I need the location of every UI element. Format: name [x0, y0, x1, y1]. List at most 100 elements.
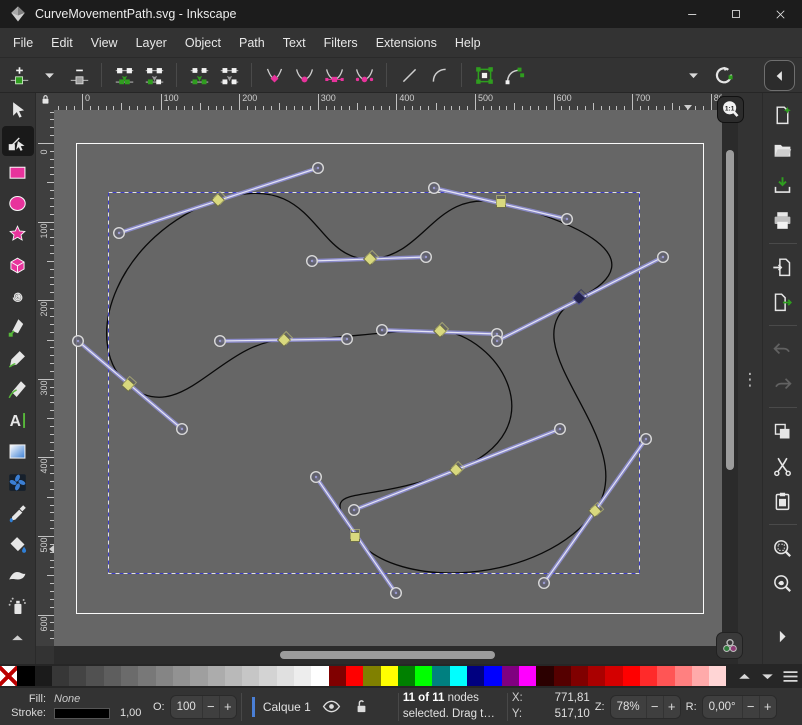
title-bar[interactable]: CurveMovementPath.svg - Inkscape	[0, 0, 802, 28]
opacity-decrease-button[interactable]: −	[202, 695, 219, 719]
zoom-drawing-button[interactable]	[766, 569, 800, 597]
palette-swatch-#ffffff[interactable]	[311, 666, 328, 686]
rotation-value[interactable]: 0,00°	[703, 701, 742, 713]
tool-spray[interactable]	[2, 591, 34, 621]
handle-end[interactable]	[342, 334, 353, 345]
palette-swatch-#808000[interactable]	[363, 666, 380, 686]
palette-swatch-#acacac[interactable]	[208, 666, 225, 686]
print-document-button[interactable]	[766, 206, 800, 234]
handle-end[interactable]	[539, 578, 550, 589]
palette-swatch-#e0e0e0[interactable]	[277, 666, 294, 686]
palette-swatch-#d40000[interactable]	[605, 666, 622, 686]
segment-curve-button[interactable]	[424, 61, 454, 90]
path-node[interactable]	[434, 323, 449, 338]
tool-node-editor[interactable]	[2, 126, 34, 156]
color-managed-view-button[interactable]	[716, 632, 743, 659]
palette-swatch-#aa0000[interactable]	[588, 666, 605, 686]
palette-swatch-#000000[interactable]	[17, 666, 34, 686]
handle-end[interactable]	[421, 252, 432, 263]
palette-swatch-#000080[interactable]	[467, 666, 484, 686]
palette-swatch-#ffaaaa[interactable]	[692, 666, 709, 686]
path-node[interactable]	[497, 196, 506, 208]
palette-swatch-#ff00ff[interactable]	[519, 666, 536, 686]
palette-swatch-#0000ff[interactable]	[484, 666, 501, 686]
stroke-to-path-button[interactable]	[499, 61, 529, 90]
undo-button[interactable]	[766, 335, 800, 363]
close-button[interactable]	[758, 0, 802, 28]
maximize-button[interactable]	[714, 0, 758, 28]
tool-rectangle[interactable]	[2, 157, 34, 187]
handle-end[interactable]	[641, 434, 652, 445]
palette-swatch-#515151[interactable]	[86, 666, 103, 686]
palette-swatch-#d3d3d3[interactable]	[259, 666, 276, 686]
handle-end[interactable]	[114, 228, 125, 239]
cut-button[interactable]	[766, 452, 800, 480]
handle-end[interactable]	[555, 424, 566, 435]
vertical-scrollbar[interactable]	[722, 110, 738, 646]
layer-name[interactable]: Calque 1	[263, 700, 311, 714]
handle-end[interactable]	[562, 214, 573, 225]
save-document-button[interactable]	[766, 171, 800, 199]
stroke-swatch[interactable]	[54, 708, 110, 719]
tool-text[interactable]: A	[2, 405, 34, 435]
minimize-button[interactable]	[670, 0, 714, 28]
export-image-button[interactable]	[766, 288, 800, 316]
menu-path[interactable]: Path	[230, 32, 274, 54]
duplicate-button[interactable]	[766, 417, 800, 445]
menu-filters[interactable]: Filters	[315, 32, 367, 54]
handle-end[interactable]	[313, 163, 324, 174]
palette-swatch-#550000[interactable]	[554, 666, 571, 686]
tool-selector[interactable]	[2, 95, 34, 125]
node-corner-button[interactable]	[259, 61, 289, 90]
palette-swatch-#c6c6c6[interactable]	[242, 666, 259, 686]
node-smooth-button[interactable]	[289, 61, 319, 90]
handle-end[interactable]	[349, 505, 360, 516]
palette-scroll-up-button[interactable]	[733, 665, 756, 687]
menu-file[interactable]: File	[4, 32, 42, 54]
canvas[interactable]	[54, 110, 722, 646]
palette-swatch-#5e5e5e[interactable]	[104, 666, 121, 686]
paste-button[interactable]	[766, 487, 800, 515]
break-nodes-button[interactable]	[139, 61, 169, 90]
opacity-increase-button[interactable]: +	[219, 695, 236, 719]
tool-mesh[interactable]	[2, 467, 34, 497]
palette-swatch-#ff0000[interactable]	[623, 666, 640, 686]
handle-end[interactable]	[73, 336, 84, 347]
palette-swatch-#008000[interactable]	[398, 666, 415, 686]
vertical-scrollbar-thumb[interactable]	[726, 150, 734, 470]
palette-swatch-#373737[interactable]	[52, 666, 69, 686]
palette-swatch-#00ff00[interactable]	[415, 666, 432, 686]
layer-visibility-button[interactable]	[321, 696, 343, 718]
handle-end[interactable]	[429, 183, 440, 194]
palette-swatch-#9f9f9f[interactable]	[190, 666, 207, 686]
delete-segment-button[interactable]	[214, 61, 244, 90]
menu-text[interactable]: Text	[274, 32, 315, 54]
palette-swatch-#1b1b1b[interactable]	[35, 666, 52, 686]
palette-swatch-#800080[interactable]	[502, 666, 519, 686]
palette-swatch-#008080[interactable]	[432, 666, 449, 686]
handle-end[interactable]	[658, 252, 669, 263]
horizontal-scrollbar[interactable]	[54, 646, 722, 664]
collapse-panel-button[interactable]	[764, 60, 795, 91]
tool-ellipse[interactable]	[2, 188, 34, 218]
palette-swatch-#ff5555[interactable]	[657, 666, 674, 686]
tool-spiral[interactable]	[2, 281, 34, 311]
palette-swatch-#ff8080[interactable]	[675, 666, 692, 686]
layer-lock-button[interactable]	[351, 696, 373, 718]
delete-node-button[interactable]	[64, 61, 94, 90]
palette-swatch-#b9b9b9[interactable]	[225, 666, 242, 686]
handle-end[interactable]	[177, 424, 188, 435]
zoom-increase-button[interactable]: +	[663, 695, 680, 719]
horizontal-ruler[interactable]: 0100200300400500600700800	[54, 93, 722, 110]
handle-end[interactable]	[377, 325, 388, 336]
tool-star[interactable]	[2, 219, 34, 249]
handle-end[interactable]	[307, 256, 318, 267]
stroke-width-value[interactable]: 1,00	[120, 706, 141, 720]
handle-end[interactable]	[311, 472, 322, 483]
palette-swatch-#00ffff[interactable]	[450, 666, 467, 686]
ruler-lock-corner[interactable]	[36, 93, 54, 110]
palette-swatch-#800000[interactable]	[329, 666, 346, 686]
tool-toolbox-scroll[interactable]	[2, 622, 34, 652]
palette-swatch-#929292[interactable]	[173, 666, 190, 686]
menu-extensions[interactable]: Extensions	[367, 32, 446, 54]
